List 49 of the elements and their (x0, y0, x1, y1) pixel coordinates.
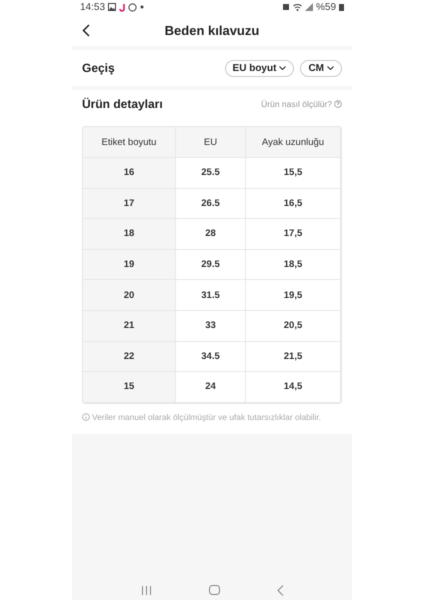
table-cell: 25.5 (176, 158, 246, 189)
column-header: EU (176, 127, 246, 158)
table-cell: 31.5 (176, 280, 246, 311)
table-cell: 33 (176, 310, 246, 342)
help-icon[interactable] (334, 100, 342, 108)
unit-dropdown[interactable]: CM (300, 60, 342, 76)
back-nav-icon (276, 584, 284, 596)
table-cell: 24 (176, 372, 246, 403)
table-cell: 18 (83, 219, 176, 250)
table-cell: 29.5 (176, 250, 246, 280)
table-cell: 16 (83, 158, 176, 189)
table-cell: 26.5 (176, 188, 246, 220)
status-time: 14:53 (80, 2, 106, 12)
table-cell: 19 (83, 250, 176, 280)
home-icon (208, 585, 220, 595)
recent-apps-icon (140, 586, 152, 594)
chevron-down-icon (327, 66, 334, 70)
table-cell: 20 (83, 280, 176, 311)
app-icon (119, 2, 126, 12)
battery-percent: %59 (316, 2, 336, 12)
table-cell: 16,5 (246, 188, 341, 220)
table-cell: 19,5 (246, 280, 341, 311)
chevron-down-icon (279, 66, 286, 70)
column-header: Ayak uzunluğu (246, 127, 341, 158)
table-cell: 17 (83, 188, 176, 220)
table-cell: 21 (83, 310, 176, 342)
signal-icon (304, 3, 313, 11)
conversion-label: Geçiş (82, 61, 115, 75)
info-icon (82, 412, 90, 421)
battery-icon (339, 3, 344, 11)
dot-icon (140, 5, 144, 9)
table-cell: 22 (83, 342, 176, 372)
table-cell: 14,5 (246, 372, 341, 403)
section-title: Ürün detayları (82, 97, 163, 111)
table-cell: 28 (176, 219, 246, 250)
back-icon[interactable] (82, 24, 90, 37)
unit-dropdown[interactable]: EU boyut (224, 60, 294, 76)
column-header: Etiket boyutu (83, 127, 176, 158)
disclaimer-note: Veriler manuel olarak ölçülmüştür ve ufak tutarsızlıklar olabilir. (92, 412, 322, 422)
table-cell: 34.5 (176, 342, 246, 372)
table-cell: 18,5 (246, 250, 341, 280)
table-cell: 15,5 (246, 158, 341, 189)
page-title: Beden kılavuzu (164, 22, 260, 38)
table-cell: 20,5 (246, 310, 341, 342)
image-icon (108, 3, 116, 11)
wifi-icon (292, 3, 302, 11)
table-cell: 17,5 (246, 219, 341, 250)
table-cell: 15 (83, 372, 176, 403)
table-cell: 21,5 (246, 342, 341, 372)
